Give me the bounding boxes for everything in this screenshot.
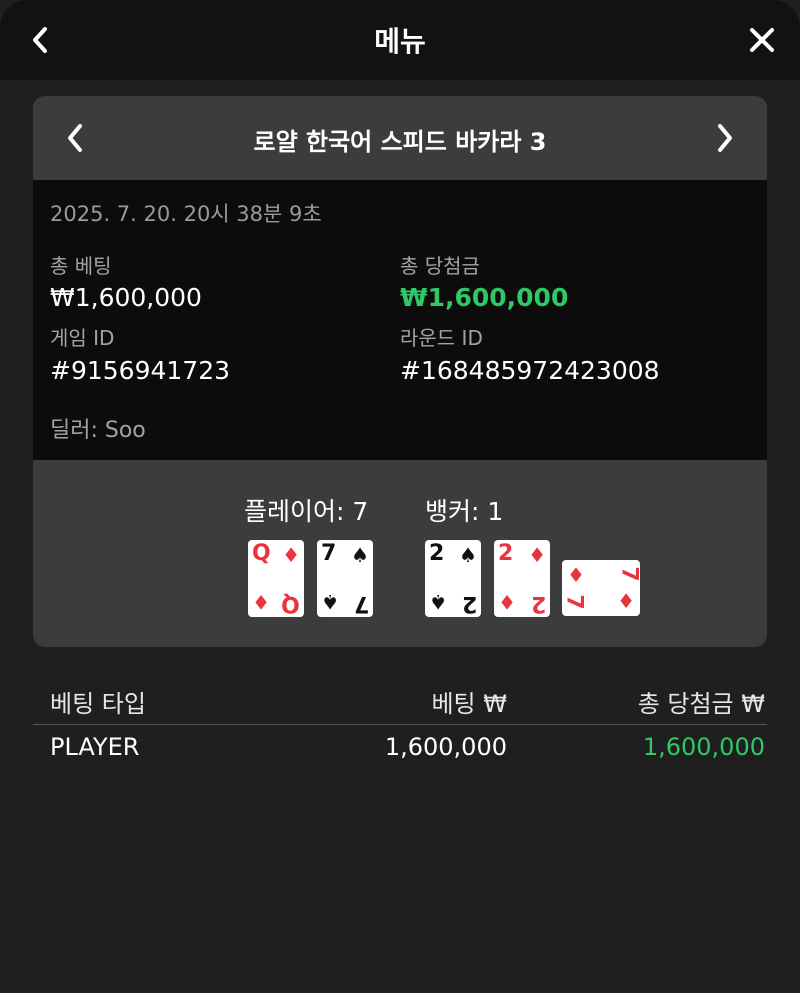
bet-type-cell: PLAYER (50, 733, 140, 761)
bets-table-header: 베팅 타입 베팅 ₩ 총 당첨금 ₩ (33, 670, 767, 725)
card-rank: 7 (321, 541, 337, 566)
round-info: 2025. 7. 20. 20시 38분 9초 총 베팅 ₩1,600,000 … (33, 180, 767, 460)
game-title: 로얄 한국어 스피드 바카라 3 (253, 128, 547, 156)
total-win-label: 총 당첨금 (400, 254, 480, 278)
spade-icon: ♠ (351, 543, 369, 567)
card-rank: 2 (461, 591, 477, 616)
round-timestamp: 2025. 7. 20. 20시 38분 9초 (50, 202, 322, 226)
close-icon (750, 28, 774, 52)
card-rank: 2 (498, 541, 514, 566)
chevron-left-icon (68, 124, 82, 152)
diamond-icon: ♦ (252, 590, 270, 614)
column-total-win: 총 당첨금 ₩ (637, 690, 765, 718)
total-win-value: ₩1,600,000 (400, 283, 569, 312)
card-rank: 2 (429, 541, 445, 566)
card-rank: 7 (353, 591, 369, 616)
page-title: 메뉴 (374, 25, 426, 58)
total-bet-label: 총 베팅 (50, 254, 112, 278)
diamond-icon: ♦ (282, 543, 300, 567)
spade-icon: ♠ (459, 543, 477, 567)
game-id-label: 게임 ID (50, 326, 115, 350)
diamond-icon: ♦ (567, 563, 585, 587)
player-card-1: Q ♦ ♦ Q (248, 540, 304, 617)
bet-amount-cell: 1,600,000 (384, 733, 507, 761)
chevron-right-icon (718, 124, 732, 152)
player-hand-label: 플레이어: 7 (244, 497, 369, 526)
diamond-icon: ♦ (528, 543, 546, 567)
round-id-label: 라운드 ID (400, 326, 483, 350)
card-rank: Q (281, 591, 300, 616)
card-rank: 2 (530, 591, 546, 616)
bets-table: 베팅 타입 베팅 ₩ 총 당첨금 ₩ PLAYER 1,600,000 1,60… (33, 670, 767, 773)
column-bet-type: 베팅 타입 (50, 690, 146, 718)
win-amount-cell: 1,600,000 (642, 733, 765, 761)
close-button[interactable] (742, 20, 782, 60)
top-bar: 메뉴 (0, 0, 800, 80)
dealer-name: 딜러: Soo (50, 418, 146, 443)
table-row: PLAYER 1,600,000 1,600,000 (33, 725, 767, 773)
player-card-2: 7 ♠ ♠ 7 (317, 540, 373, 617)
cards-area: 플레이어: 7 뱅커: 1 Q ♦ ♦ Q 7 ♠ ♠ 7 2 ♠ ♠ 2 2 … (33, 460, 767, 647)
diamond-icon: ♦ (498, 590, 516, 614)
card-rank: Q (252, 541, 271, 566)
round-id-value: #168485972423008 (400, 356, 660, 385)
column-bet-amount: 베팅 ₩ (431, 690, 507, 718)
banker-card-1: 2 ♠ ♠ 2 (425, 540, 481, 617)
banker-hand-label: 뱅커: 1 (425, 497, 504, 526)
diamond-icon: ♦ (617, 589, 635, 613)
banker-card-2: 2 ♦ ♦ 2 (494, 540, 550, 617)
banker-card-3: ♦ 7 7 ♦ (561, 560, 642, 616)
game-header: 로얄 한국어 스피드 바카라 3 (33, 96, 767, 180)
card-rank: 7 (561, 594, 587, 610)
spade-icon: ♠ (321, 590, 339, 614)
game-id-value: #9156941723 (50, 356, 231, 385)
round-detail-panel: 로얄 한국어 스피드 바카라 3 2025. 7. 20. 20시 38분 9초… (33, 96, 767, 647)
previous-round-button[interactable] (55, 118, 95, 158)
card-rank: 7 (616, 566, 642, 582)
next-round-button[interactable] (705, 118, 745, 158)
total-bet-value: ₩1,600,000 (50, 283, 202, 312)
spade-icon: ♠ (429, 590, 447, 614)
